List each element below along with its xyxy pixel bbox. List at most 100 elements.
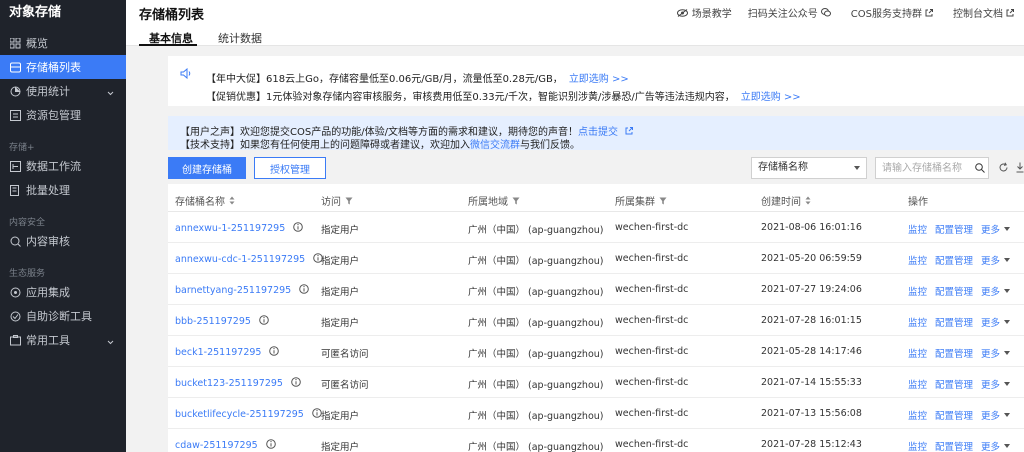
sidebar-item-label: 使用统计: [26, 85, 70, 98]
monitor-link[interactable]: 监控: [908, 346, 927, 360]
info-icon[interactable]: [269, 346, 280, 359]
sidebar-item-bucket-list[interactable]: 存储桶列表: [0, 55, 126, 79]
region-cell: 广州（中国） (ap-guangzhou): [468, 256, 604, 267]
sidebar-item-workflow[interactable]: 数据工作流: [0, 154, 126, 178]
info-icon[interactable]: [259, 315, 269, 328]
bucket-name-cell: beck1-251197295: [175, 346, 280, 359]
search-field-select[interactable]: 存储桶名称: [751, 157, 867, 179]
header-created-time[interactable]: 创建时间: [761, 193, 811, 208]
header: 存储桶列表 场景教学 扫码关注公众号 COS服务支持群 控制台文档 基本信息 统…: [126, 0, 1024, 46]
monitor-link[interactable]: 监控: [908, 315, 927, 329]
monitor-link[interactable]: 监控: [908, 253, 927, 267]
config-management-link[interactable]: 配置管理: [935, 222, 973, 236]
more-label: 更多: [981, 349, 1001, 360]
bucket-name-link[interactable]: barnettyang-251197295: [175, 285, 291, 296]
created-time-cell: 2021-07-14 15:55:33: [761, 377, 862, 388]
more-dropdown[interactable]: 更多: [981, 377, 1011, 391]
more-dropdown[interactable]: 更多: [981, 222, 1011, 236]
sidebar-item-batch[interactable]: 批量处理: [0, 178, 126, 202]
config-management-link[interactable]: 配置管理: [935, 377, 973, 391]
promo-buy-link[interactable]: 立即选购 >>: [741, 92, 801, 103]
monitor-link[interactable]: 监控: [908, 222, 927, 236]
region-cell: 广州（中国） (ap-guangzhou): [468, 380, 604, 391]
eye-icon: [676, 8, 688, 17]
monitor-link[interactable]: 监控: [908, 284, 927, 298]
monitor-link[interactable]: 监控: [908, 439, 927, 452]
info-icon[interactable]: [291, 377, 301, 390]
notice-line-2: 【技术支持】如果您有任何使用上的问题障碍或者建议，欢迎加入微信交流群与我们反馈。: [180, 136, 580, 151]
header-access[interactable]: 访问: [321, 193, 353, 208]
batch-icon: [9, 184, 21, 196]
region-cell: 广州（中国） (ap-guangzhou): [468, 225, 604, 236]
more-dropdown[interactable]: 更多: [981, 315, 1011, 329]
scene-tutorial-link[interactable]: 场景教学: [676, 5, 732, 20]
caret-down-icon: [1004, 227, 1011, 231]
table-row: annexwu-1-251197295 指定用户 广州（中国） (ap-guangz…: [168, 212, 1024, 243]
config-management-link[interactable]: 配置管理: [935, 253, 973, 267]
more-dropdown[interactable]: 更多: [981, 253, 1011, 267]
info-icon[interactable]: [265, 439, 276, 452]
access-cell: 指定用户: [321, 318, 360, 329]
refresh-icon[interactable]: [998, 162, 1009, 176]
info-icon[interactable]: [299, 284, 310, 297]
header-cluster[interactable]: 所属集群: [615, 193, 667, 208]
sidebar-item-overview[interactable]: 概览: [0, 31, 126, 55]
promo-text: 【年中大促】618云上Go，存储容量低至0.06元/GB/月，流量低至0.28元…: [206, 74, 563, 85]
tab-statistics[interactable]: 统计数据: [218, 30, 262, 46]
sidebar-item-common-tools[interactable]: 常用工具: [0, 328, 126, 352]
submit-feedback-link[interactable]: 点击提交: [578, 127, 618, 138]
bucket-name-link[interactable]: bbb-251197295: [175, 316, 251, 327]
header-region[interactable]: 所属地域: [468, 193, 520, 208]
bucket-name-link[interactable]: annexwu-cdc-1-251197295: [175, 254, 305, 265]
config-management-link[interactable]: 配置管理: [935, 346, 973, 360]
sidebar-item-usage-stats[interactable]: 使用统计: [0, 79, 126, 103]
info-icon[interactable]: [293, 222, 304, 235]
operations-cell: 监控 配置管理 更多: [908, 377, 1011, 391]
auth-management-button[interactable]: 授权管理: [254, 157, 326, 179]
header-label: 所属地域: [468, 197, 508, 208]
sort-icon: [229, 196, 235, 205]
bucket-name-link[interactable]: annexwu-1-251197295: [175, 223, 285, 234]
header-bucket-name[interactable]: 存储桶名称: [175, 193, 235, 208]
promo-buy-link[interactable]: 立即选购 >>: [569, 74, 629, 85]
console-docs-link[interactable]: 控制台文档: [953, 5, 1018, 20]
sidebar-item-diagnose[interactable]: 自助诊断工具: [0, 304, 126, 328]
config-management-link[interactable]: 配置管理: [935, 439, 973, 452]
search-input[interactable]: [875, 157, 989, 179]
sidebar-item-label: 批量处理: [26, 184, 70, 197]
header-label: 创建时间: [761, 197, 801, 208]
table-row: cdaw-251197295 指定用户 广州（中国） (ap-guangzhou) w…: [168, 429, 1024, 452]
header-operations: 操作: [908, 197, 928, 208]
wechat-group-link[interactable]: 微信交流群: [470, 140, 520, 151]
created-time-cell: 2021-07-28 16:01:15: [761, 315, 862, 326]
more-dropdown[interactable]: 更多: [981, 284, 1011, 298]
filter-icon: [659, 197, 667, 204]
package-icon: [9, 109, 21, 121]
sidebar-item-package-mgmt[interactable]: 资源包管理: [0, 103, 126, 127]
table-row: annexwu-cdc-1-251197295 指定用户 广州（中国） (ap-gu…: [168, 243, 1024, 274]
more-dropdown[interactable]: 更多: [981, 439, 1011, 452]
monitor-link[interactable]: 监控: [908, 408, 927, 422]
region-cell: 广州（中国） (ap-guangzhou): [468, 287, 604, 298]
create-bucket-button[interactable]: 创建存储桶: [168, 157, 246, 179]
bucket-name-link[interactable]: cdaw-251197295: [175, 440, 258, 451]
bucket-icon: [9, 61, 21, 73]
sidebar-item-app-integration[interactable]: 应用集成: [0, 280, 126, 304]
table-row: bbb-251197295 指定用户 广州（中国） (ap-guangzhou) we…: [168, 305, 1024, 336]
wechat-follow-link[interactable]: 扫码关注公众号: [748, 5, 835, 20]
search-icon[interactable]: [975, 162, 985, 176]
bucket-name-cell: annexwu-cdc-1-251197295: [175, 253, 323, 266]
config-management-link[interactable]: 配置管理: [935, 284, 973, 298]
bucket-name-link[interactable]: beck1-251197295: [175, 347, 261, 358]
sidebar-item-content-audit[interactable]: 内容审核: [0, 229, 126, 253]
cos-support-group-link[interactable]: COS服务支持群: [851, 5, 937, 20]
bucket-name-link[interactable]: bucket123-251197295: [175, 378, 283, 389]
more-dropdown[interactable]: 更多: [981, 408, 1011, 422]
config-management-link[interactable]: 配置管理: [935, 315, 973, 329]
download-icon[interactable]: [1016, 162, 1024, 176]
bucket-name-link[interactable]: bucketlifecycle-251197295: [175, 409, 304, 420]
monitor-link[interactable]: 监控: [908, 377, 927, 391]
table-row: beck1-251197295 可匿名访问 广州（中国） (ap-guangzhou…: [168, 336, 1024, 367]
more-dropdown[interactable]: 更多: [981, 346, 1011, 360]
config-management-link[interactable]: 配置管理: [935, 408, 973, 422]
